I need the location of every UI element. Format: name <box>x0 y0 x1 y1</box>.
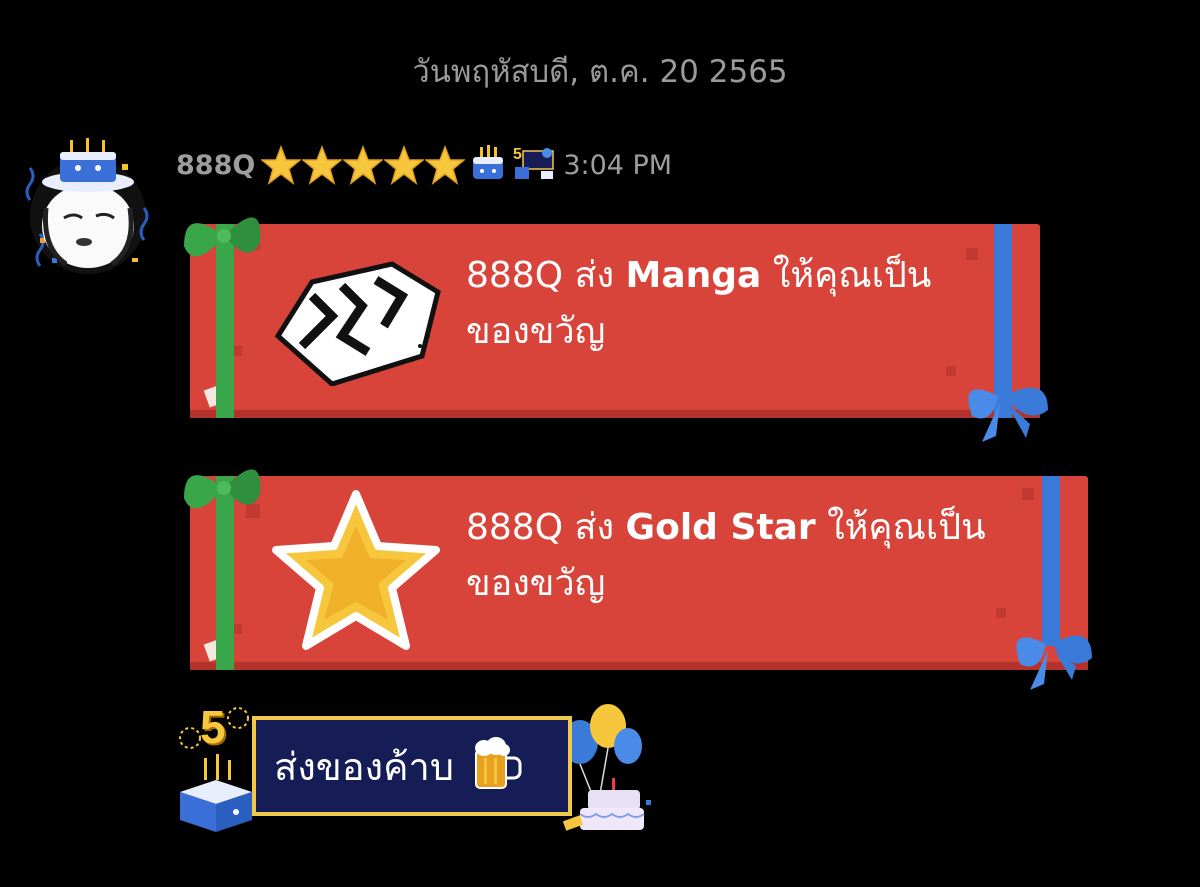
date-separator: วันพฤหัสบดี, ต.ค. 20 2565 <box>412 54 788 90</box>
gift-verb: ส่ง <box>574 507 615 548</box>
avatar[interactable] <box>22 138 154 278</box>
gift-item-name: Gold Star <box>625 507 816 548</box>
star-icon <box>384 145 425 185</box>
username[interactable]: 888Q <box>176 150 255 181</box>
gift-suffix: ให้คุณเป็น <box>827 507 986 548</box>
beer-mug-icon <box>470 736 522 796</box>
gift-card-manga[interactable]: 888Q ส่ง Manga ให้คุณเป็น ของขวัญ <box>176 196 1096 442</box>
gift-message-line-1: 888Q ส่ง Manga ให้คุณเป็น <box>466 248 1026 304</box>
birthday-cake-hat-avatar-icon <box>25 138 149 274</box>
gift-sender: 888Q <box>466 255 564 296</box>
gift-card-gold-star[interactable]: 888Q ส่ง Gold Star ให้คุณเป็น ของขวัญ <box>176 448 1096 690</box>
gift-message-line-2: ของขวัญ <box>466 563 606 604</box>
star-icon <box>425 145 466 185</box>
gift-message: 888Q ส่ง Manga ให้คุณเป็น ของขวัญ <box>466 248 1026 360</box>
manga-icon <box>272 256 442 390</box>
gift-verb: ส่ง <box>574 255 615 296</box>
send-gift-label-box[interactable]: ส่งของค้าบ <box>252 716 572 816</box>
gift-message-line-1: 888Q ส่ง Gold Star ให้คุณเป็น <box>466 500 1026 556</box>
svg-text:5: 5 <box>513 146 522 163</box>
gold-star-icon <box>270 488 442 662</box>
message-header: 888Q 5 3:04 PM <box>176 142 672 188</box>
anniversary-number: 5 <box>200 701 226 753</box>
gift-suffix: ให้คุณเป็น <box>772 255 932 296</box>
send-gift-reply-button[interactable]: ส่งของค้าบ 5 <box>176 701 656 834</box>
star-rating <box>261 145 466 185</box>
send-gift-label: ส่งของค้าบ <box>274 744 454 789</box>
star-icon <box>343 145 384 185</box>
birthday-cake-badge-icon <box>469 143 507 187</box>
message-time: 3:04 PM <box>563 149 673 181</box>
gift-item-name: Manga <box>625 255 762 296</box>
fifth-anniversary-badge-icon: 5 <box>511 143 557 187</box>
gift-message-line-2: ของขวัญ <box>466 311 606 352</box>
gift-message: 888Q ส่ง Gold Star ให้คุณเป็น ของขวัญ <box>466 500 1026 612</box>
star-icon <box>302 145 343 185</box>
star-icon <box>261 145 302 185</box>
gift-sender: 888Q <box>466 507 564 548</box>
